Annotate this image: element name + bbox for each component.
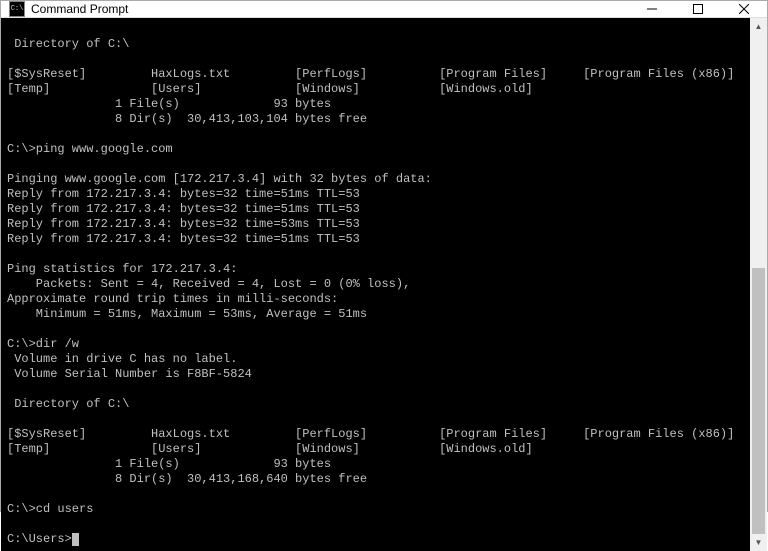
maximize-icon bbox=[693, 4, 703, 14]
scroll-thumb[interactable] bbox=[752, 268, 765, 534]
terminal-area: Directory of C:\ [$SysReset] HaxLogs.txt… bbox=[1, 18, 767, 551]
scroll-down-button[interactable]: ▼ bbox=[750, 534, 767, 551]
titlebar[interactable]: C:\ Command Prompt bbox=[1, 1, 767, 18]
cursor bbox=[72, 533, 79, 546]
minimize-icon bbox=[647, 4, 657, 14]
scroll-up-button[interactable]: ▲ bbox=[750, 18, 767, 35]
command-prompt-window: C:\ Command Prompt Directory of C:\ [$Sy… bbox=[0, 0, 768, 512]
close-icon bbox=[739, 4, 749, 14]
window-controls bbox=[629, 1, 767, 17]
maximize-button[interactable] bbox=[675, 1, 721, 17]
terminal-output[interactable]: Directory of C:\ [$SysReset] HaxLogs.txt… bbox=[1, 18, 750, 551]
vertical-scrollbar[interactable]: ▲ ▼ bbox=[750, 18, 767, 551]
app-icon: C:\ bbox=[9, 1, 25, 17]
window-title: Command Prompt bbox=[31, 2, 629, 16]
close-button[interactable] bbox=[721, 1, 767, 17]
minimize-button[interactable] bbox=[629, 1, 675, 17]
